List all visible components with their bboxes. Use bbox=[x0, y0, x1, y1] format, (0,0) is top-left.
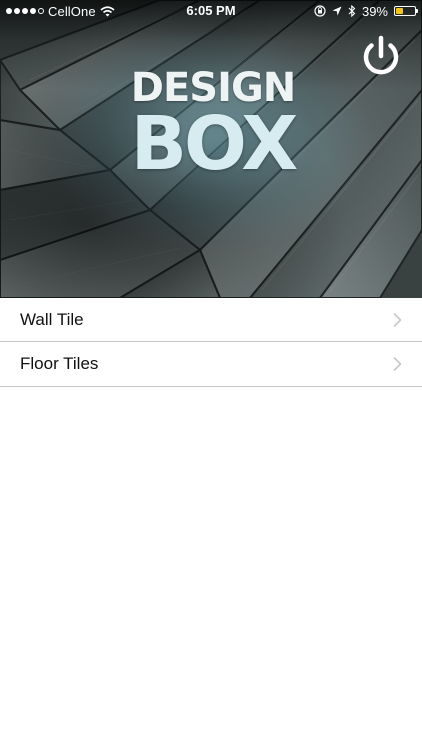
hero-banner: DESIGN BOX bbox=[0, 0, 422, 298]
bluetooth-icon bbox=[348, 5, 356, 17]
list-item-wall-tile[interactable]: Wall Tile bbox=[0, 298, 422, 342]
category-list: Wall Tile Floor Tiles bbox=[0, 298, 422, 387]
chevron-right-icon bbox=[393, 312, 402, 327]
design-box-logo: DESIGN BOX bbox=[118, 66, 308, 187]
battery-icon bbox=[394, 6, 418, 16]
logo-word-box: BOX bbox=[130, 101, 299, 187]
power-icon bbox=[363, 35, 399, 75]
chevron-right-icon bbox=[393, 357, 402, 371]
status-bar: CellOne 6:05 PM 39% bbox=[0, 0, 422, 22]
list-item-label: Floor Tiles bbox=[20, 354, 99, 373]
lock-rotation-icon bbox=[314, 5, 326, 17]
list-item-floor-tiles[interactable]: Floor Tiles bbox=[0, 342, 422, 387]
power-button[interactable] bbox=[358, 34, 404, 80]
list-item-label: Wall Tile bbox=[20, 309, 84, 329]
app-screen: DESIGN BOX CellOne 6:05 PM 39% Wall Tile… bbox=[0, 0, 422, 750]
battery-percent: 39% bbox=[361, 3, 388, 19]
location-arrow-icon bbox=[332, 6, 342, 16]
status-right: 39% bbox=[314, 3, 418, 19]
battery-level bbox=[396, 8, 403, 14]
